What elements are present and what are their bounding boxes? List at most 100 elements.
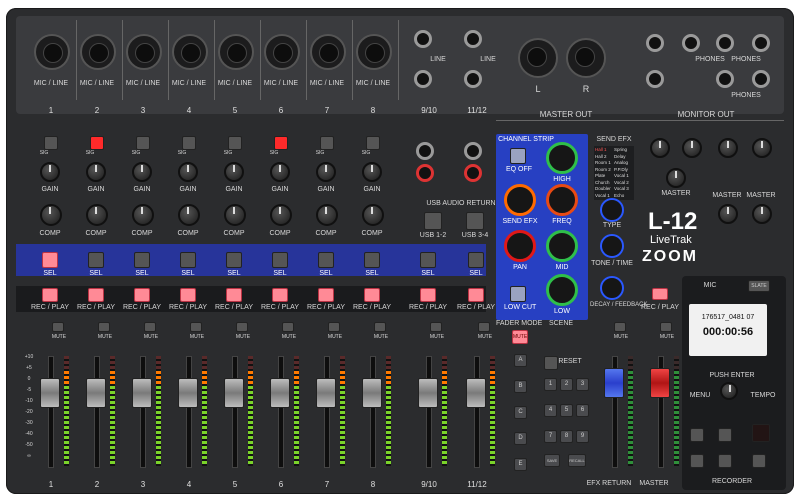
mute-button-1[interactable]	[52, 322, 64, 332]
rec-play-button-9[interactable]	[420, 288, 436, 302]
scene-1-button[interactable]: 1	[544, 378, 557, 391]
send-efx-knob[interactable]	[504, 184, 536, 216]
monitor-d-knob[interactable]	[752, 138, 772, 158]
fader-5[interactable]	[224, 378, 244, 408]
rec-play-button-2[interactable]	[88, 288, 104, 302]
comp-knob-4[interactable]	[178, 204, 200, 226]
fader-6[interactable]	[270, 378, 290, 408]
scene-4-button[interactable]: 4	[544, 404, 557, 417]
rec-play-button-3[interactable]	[134, 288, 150, 302]
fader-4[interactable]	[178, 378, 198, 408]
mute-button-4[interactable]	[190, 322, 202, 332]
sel-button-7[interactable]	[318, 252, 334, 268]
gain-knob-4[interactable]	[178, 162, 198, 182]
scene-6-button[interactable]: 6	[576, 404, 589, 417]
rec-play-button-6[interactable]	[272, 288, 288, 302]
sel-button-6[interactable]	[272, 252, 288, 268]
pfl-button-7[interactable]	[320, 136, 334, 150]
fader-7[interactable]	[316, 378, 336, 408]
pan-knob[interactable]	[504, 230, 536, 262]
scene-recall-button[interactable]: RECALL	[568, 454, 586, 467]
comp-knob-6[interactable]	[270, 204, 292, 226]
rec-play-button-4[interactable]	[180, 288, 196, 302]
enter-dial[interactable]	[720, 382, 738, 400]
monitor-f-knob[interactable]	[752, 204, 772, 224]
fader-1[interactable]	[40, 378, 60, 408]
mute-button-9[interactable]	[430, 322, 442, 332]
phones-jack-c[interactable]	[682, 34, 700, 52]
xlr-input-8[interactable]	[356, 34, 392, 70]
fader-mode-mute-button[interactable]: MUTE	[512, 330, 528, 344]
fader-12[interactable]	[650, 368, 670, 398]
pfl-button-3[interactable]	[136, 136, 150, 150]
mid-knob[interactable]	[546, 230, 578, 262]
fader-10[interactable]	[466, 378, 486, 408]
usb-return-jack-r-2[interactable]	[464, 164, 482, 182]
monitor-e-knob[interactable]	[718, 204, 738, 224]
gain-knob-7[interactable]	[316, 162, 336, 182]
pfl-button-4[interactable]	[182, 136, 196, 150]
jack-11[interactable]	[464, 30, 482, 48]
comp-knob-7[interactable]	[316, 204, 338, 226]
rec-play-button-8[interactable]	[364, 288, 380, 302]
phones-jack-a[interactable]	[646, 34, 664, 52]
usb-return-jack-l-2[interactable]	[464, 142, 482, 160]
scene-3-button[interactable]: 3	[576, 378, 589, 391]
mute-button-10[interactable]	[478, 322, 490, 332]
phones-jack-g[interactable]	[752, 70, 770, 88]
type-knob[interactable]	[600, 198, 624, 222]
usb-return-jack-r-1[interactable]	[416, 164, 434, 182]
sel-button-5[interactable]	[226, 252, 242, 268]
phones-jack-f[interactable]	[752, 34, 770, 52]
fader-mode-b-button[interactable]: B	[514, 380, 527, 393]
rec-play-button-1[interactable]	[42, 288, 58, 302]
scene-9-button[interactable]: 9	[576, 430, 589, 443]
low-knob[interactable]	[546, 274, 578, 306]
fader-11[interactable]	[604, 368, 624, 398]
fader-mode-c-button[interactable]: C	[514, 406, 527, 419]
stop-button[interactable]	[690, 428, 704, 442]
usb-1-2-button[interactable]	[424, 212, 442, 230]
freq-knob[interactable]	[546, 184, 578, 216]
sel-button-3[interactable]	[134, 252, 150, 268]
master-knob[interactable]	[666, 168, 686, 188]
xlr-input-3[interactable]	[126, 34, 162, 70]
back-button[interactable]	[752, 454, 766, 468]
fader-mode-d-button[interactable]: D	[514, 432, 527, 445]
scene-5-button[interactable]: 5	[560, 404, 573, 417]
usb-3-4-button[interactable]	[466, 212, 484, 230]
slate-button[interactable]: SLATE	[748, 280, 770, 292]
phones-b-knob[interactable]	[682, 138, 702, 158]
mute-button-2[interactable]	[98, 322, 110, 332]
fader-8[interactable]	[362, 378, 382, 408]
eq-off-button[interactable]	[510, 148, 526, 164]
mute-button-3[interactable]	[144, 322, 156, 332]
sel-button-9[interactable]	[420, 252, 436, 268]
reset-button[interactable]	[544, 356, 558, 370]
monitor-c-knob[interactable]	[718, 138, 738, 158]
fader-9[interactable]	[418, 378, 438, 408]
phones-jack-e[interactable]	[716, 70, 734, 88]
pfl-button-2[interactable]	[90, 136, 104, 150]
xlr-input-4[interactable]	[172, 34, 208, 70]
forward-button[interactable]	[718, 454, 732, 468]
low-cut-button[interactable]	[510, 286, 526, 302]
comp-knob-2[interactable]	[86, 204, 108, 226]
pfl-button-5[interactable]	[228, 136, 242, 150]
gain-knob-8[interactable]	[362, 162, 382, 182]
pfl-button-1[interactable]	[44, 136, 58, 150]
xlr-input-5[interactable]	[218, 34, 254, 70]
fader-mode-e-button[interactable]: E	[514, 458, 527, 471]
sel-button-1[interactable]	[42, 252, 58, 268]
gain-knob-1[interactable]	[40, 162, 60, 182]
efx-mute-button[interactable]	[614, 322, 626, 332]
jack-12[interactable]	[464, 70, 482, 88]
gain-knob-3[interactable]	[132, 162, 152, 182]
rec-play-button-10[interactable]	[468, 288, 484, 302]
scene-7-button[interactable]: 7	[544, 430, 557, 443]
xlr-input-2[interactable]	[80, 34, 116, 70]
xlr-input-6[interactable]	[264, 34, 300, 70]
phones-jack-d[interactable]	[716, 34, 734, 52]
xlr-input-7[interactable]	[310, 34, 346, 70]
scene-8-button[interactable]: 8	[560, 430, 573, 443]
